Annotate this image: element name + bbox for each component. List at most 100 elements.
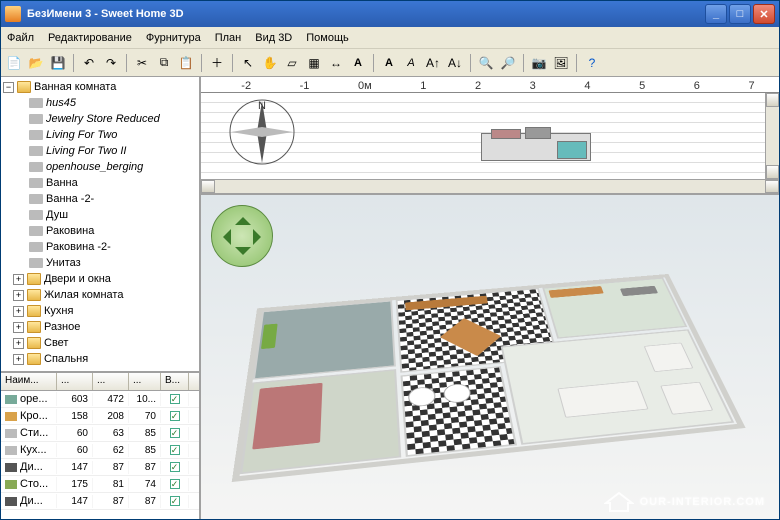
minimize-button[interactable]: _	[705, 4, 727, 24]
nav-down-icon[interactable]	[235, 247, 251, 263]
help-icon[interactable]: ?	[583, 54, 601, 72]
cell-d: 63	[93, 427, 129, 440]
tree-item-fixture[interactable]: Душ	[29, 207, 197, 223]
open-icon[interactable]: 📂	[27, 54, 45, 72]
visible-checkbox[interactable]: ✓	[170, 411, 180, 421]
collapse-icon[interactable]: −	[3, 82, 14, 93]
visible-checkbox[interactable]: ✓	[170, 445, 180, 455]
cell-h: 87	[129, 461, 161, 474]
camera-icon[interactable]: 📷	[530, 54, 548, 72]
tree-category[interactable]: +Разное	[13, 319, 197, 335]
font-down-icon[interactable]: A↓	[446, 54, 464, 72]
nav-up-icon[interactable]	[235, 209, 251, 225]
tree-item-fixture[interactable]: Раковина -2-	[29, 239, 197, 255]
plan-mini-model[interactable]	[481, 123, 601, 167]
view-3d[interactable]: OUR-INTERIOR.COM	[201, 195, 779, 519]
separator	[232, 54, 233, 72]
plan-scrollbar-v[interactable]	[765, 93, 779, 179]
fixture-icon	[29, 226, 43, 236]
expand-icon[interactable]: +	[13, 354, 24, 365]
copy-icon[interactable]: ⧉	[155, 54, 173, 72]
cell-h: 85	[129, 444, 161, 457]
menu-help[interactable]: Помощь	[306, 32, 349, 44]
catalog-tree[interactable]: − Ванная комната hus45 Jewelry Store Redu…	[1, 77, 199, 371]
select-icon[interactable]: ↖	[239, 54, 257, 72]
tree-label: hus45	[46, 97, 76, 109]
save-icon[interactable]: 💾	[49, 54, 67, 72]
tree-item-model[interactable]: Living For Two II	[29, 143, 197, 159]
col-vis[interactable]: В...	[161, 373, 189, 390]
expand-icon[interactable]: +	[13, 274, 24, 285]
text-bold-icon[interactable]: A	[380, 54, 398, 72]
table-row[interactable]: Ди... 147 87 87 ✓	[1, 493, 199, 510]
wall-icon[interactable]: ▱	[283, 54, 301, 72]
menu-3dview[interactable]: Вид 3D	[255, 32, 292, 44]
menu-file[interactable]: Файл	[7, 32, 34, 44]
nav-left-icon[interactable]	[215, 229, 231, 245]
tree-category[interactable]: +Свет	[13, 335, 197, 351]
redo-icon[interactable]: ↷	[102, 54, 120, 72]
menu-edit[interactable]: Редактирование	[48, 32, 132, 44]
tree-label: Living For Two	[46, 129, 117, 141]
room-icon[interactable]: ▦	[305, 54, 323, 72]
tree-item-fixture[interactable]: Раковина	[29, 223, 197, 239]
expand-icon[interactable]: +	[13, 338, 24, 349]
close-button[interactable]: ✕	[753, 4, 775, 24]
tree-category[interactable]: +Двери и окна	[13, 271, 197, 287]
zoom-out-icon[interactable]: 🔎	[499, 54, 517, 72]
tree-item-fixture[interactable]: Унитаз	[29, 255, 197, 271]
visible-checkbox[interactable]: ✓	[170, 394, 180, 404]
tree-category[interactable]: +Кухня	[13, 303, 197, 319]
col-name[interactable]: Наим...	[1, 373, 57, 390]
tree-item-model[interactable]: Jewelry Store Reduced	[29, 111, 197, 127]
text-italic-icon[interactable]: A	[402, 54, 420, 72]
col-h[interactable]: ...	[129, 373, 161, 390]
text-icon[interactable]: A	[349, 54, 367, 72]
tree-item-model[interactable]: hus45	[29, 95, 197, 111]
tree-category[interactable]: +Спальня	[13, 351, 197, 367]
cell-w: 158	[57, 410, 93, 423]
plan-scrollbar-h[interactable]	[201, 179, 779, 193]
zoom-in-icon[interactable]: 🔍	[477, 54, 495, 72]
font-up-icon[interactable]: A↑	[424, 54, 442, 72]
tree-item-model[interactable]: openhouse_berging	[29, 159, 197, 175]
new-file-icon[interactable]: 📄	[5, 54, 23, 72]
visible-checkbox[interactable]: ✓	[170, 496, 180, 506]
plan-2d[interactable]: -2-10м1234567 0 N	[201, 77, 779, 195]
add-furniture-icon[interactable]: ＋	[208, 54, 226, 72]
cut-icon[interactable]: ✂	[133, 54, 151, 72]
tree-item-fixture[interactable]: Ванна	[29, 175, 197, 191]
tree-root[interactable]: − Ванная комната	[3, 79, 197, 95]
expand-icon[interactable]: +	[13, 322, 24, 333]
photo-icon[interactable]: 🖼	[552, 54, 570, 72]
table-row[interactable]: Кух... 60 62 85 ✓	[1, 442, 199, 459]
table-row[interactable]: Ди... 147 87 87 ✓	[1, 459, 199, 476]
cell-d: 208	[93, 410, 129, 423]
col-w[interactable]: ...	[57, 373, 93, 390]
cell-name: Кух...	[20, 444, 47, 456]
nav-right-icon[interactable]	[253, 229, 269, 245]
expand-icon[interactable]: +	[13, 290, 24, 301]
table-row[interactable]: Сто... 175 81 74 ✓	[1, 476, 199, 493]
pan-icon[interactable]: ✋	[261, 54, 279, 72]
dimension-icon[interactable]: ↔	[327, 54, 345, 72]
undo-icon[interactable]: ↶	[80, 54, 98, 72]
col-d[interactable]: ...	[93, 373, 129, 390]
plan-canvas[interactable]: N	[201, 93, 779, 179]
menu-plan[interactable]: План	[215, 32, 242, 44]
table-row[interactable]: Сти... 60 63 85 ✓	[1, 425, 199, 442]
visible-checkbox[interactable]: ✓	[170, 462, 180, 472]
tree-item-model[interactable]: Living For Two	[29, 127, 197, 143]
expand-icon[interactable]: +	[13, 306, 24, 317]
maximize-button[interactable]: □	[729, 4, 751, 24]
tree-category[interactable]: +Жилая комната	[13, 287, 197, 303]
table-row[interactable]: оре... 603 472 10... ✓	[1, 391, 199, 408]
paste-icon[interactable]: 📋	[177, 54, 195, 72]
tree-item-fixture[interactable]: Ванна -2-	[29, 191, 197, 207]
table-row[interactable]: Кро... 158 208 70 ✓	[1, 408, 199, 425]
menubar: Файл Редактирование Фурнитура План Вид 3…	[1, 27, 779, 49]
visible-checkbox[interactable]: ✓	[170, 479, 180, 489]
visible-checkbox[interactable]: ✓	[170, 428, 180, 438]
menu-furniture[interactable]: Фурнитура	[146, 32, 201, 44]
folder-icon	[27, 321, 41, 333]
